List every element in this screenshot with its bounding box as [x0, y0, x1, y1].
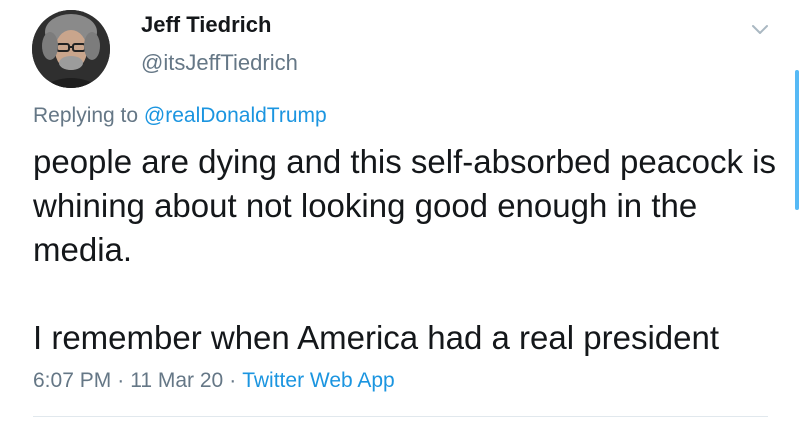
tweet-text: people are dying and this self-absorbed … [33, 140, 783, 360]
reply-context: Replying to @realDonaldTrump [33, 104, 327, 128]
profile-photo-icon [32, 10, 110, 88]
scrollbar[interactable] [795, 70, 799, 210]
tweet-paragraph: I remember when America had a real presi… [33, 319, 720, 356]
tweet-meta: 6:07 PM · 11 Mar 20 · Twitter Web App [33, 369, 395, 393]
avatar[interactable] [32, 10, 110, 88]
meta-separator: · [229, 369, 237, 392]
meta-separator: · [117, 369, 125, 392]
tweet-detail: Jeff Tiedrich @itsJeffTiedrich Replying … [0, 0, 800, 421]
chevron-down-icon[interactable] [748, 20, 772, 40]
tweet-date[interactable]: 11 Mar 20 [130, 369, 223, 392]
author-handle[interactable]: @itsJeffTiedrich [141, 50, 298, 76]
reply-context-prefix: Replying to [33, 104, 139, 127]
tweet-source-link[interactable]: Twitter Web App [242, 369, 395, 392]
divider [33, 416, 768, 417]
reply-mention-link[interactable]: @realDonaldTrump [144, 104, 327, 127]
tweet-time[interactable]: 6:07 PM [33, 369, 111, 392]
author-display-name[interactable]: Jeff Tiedrich [141, 12, 271, 38]
tweet-paragraph: people are dying and this self-absorbed … [33, 143, 776, 268]
